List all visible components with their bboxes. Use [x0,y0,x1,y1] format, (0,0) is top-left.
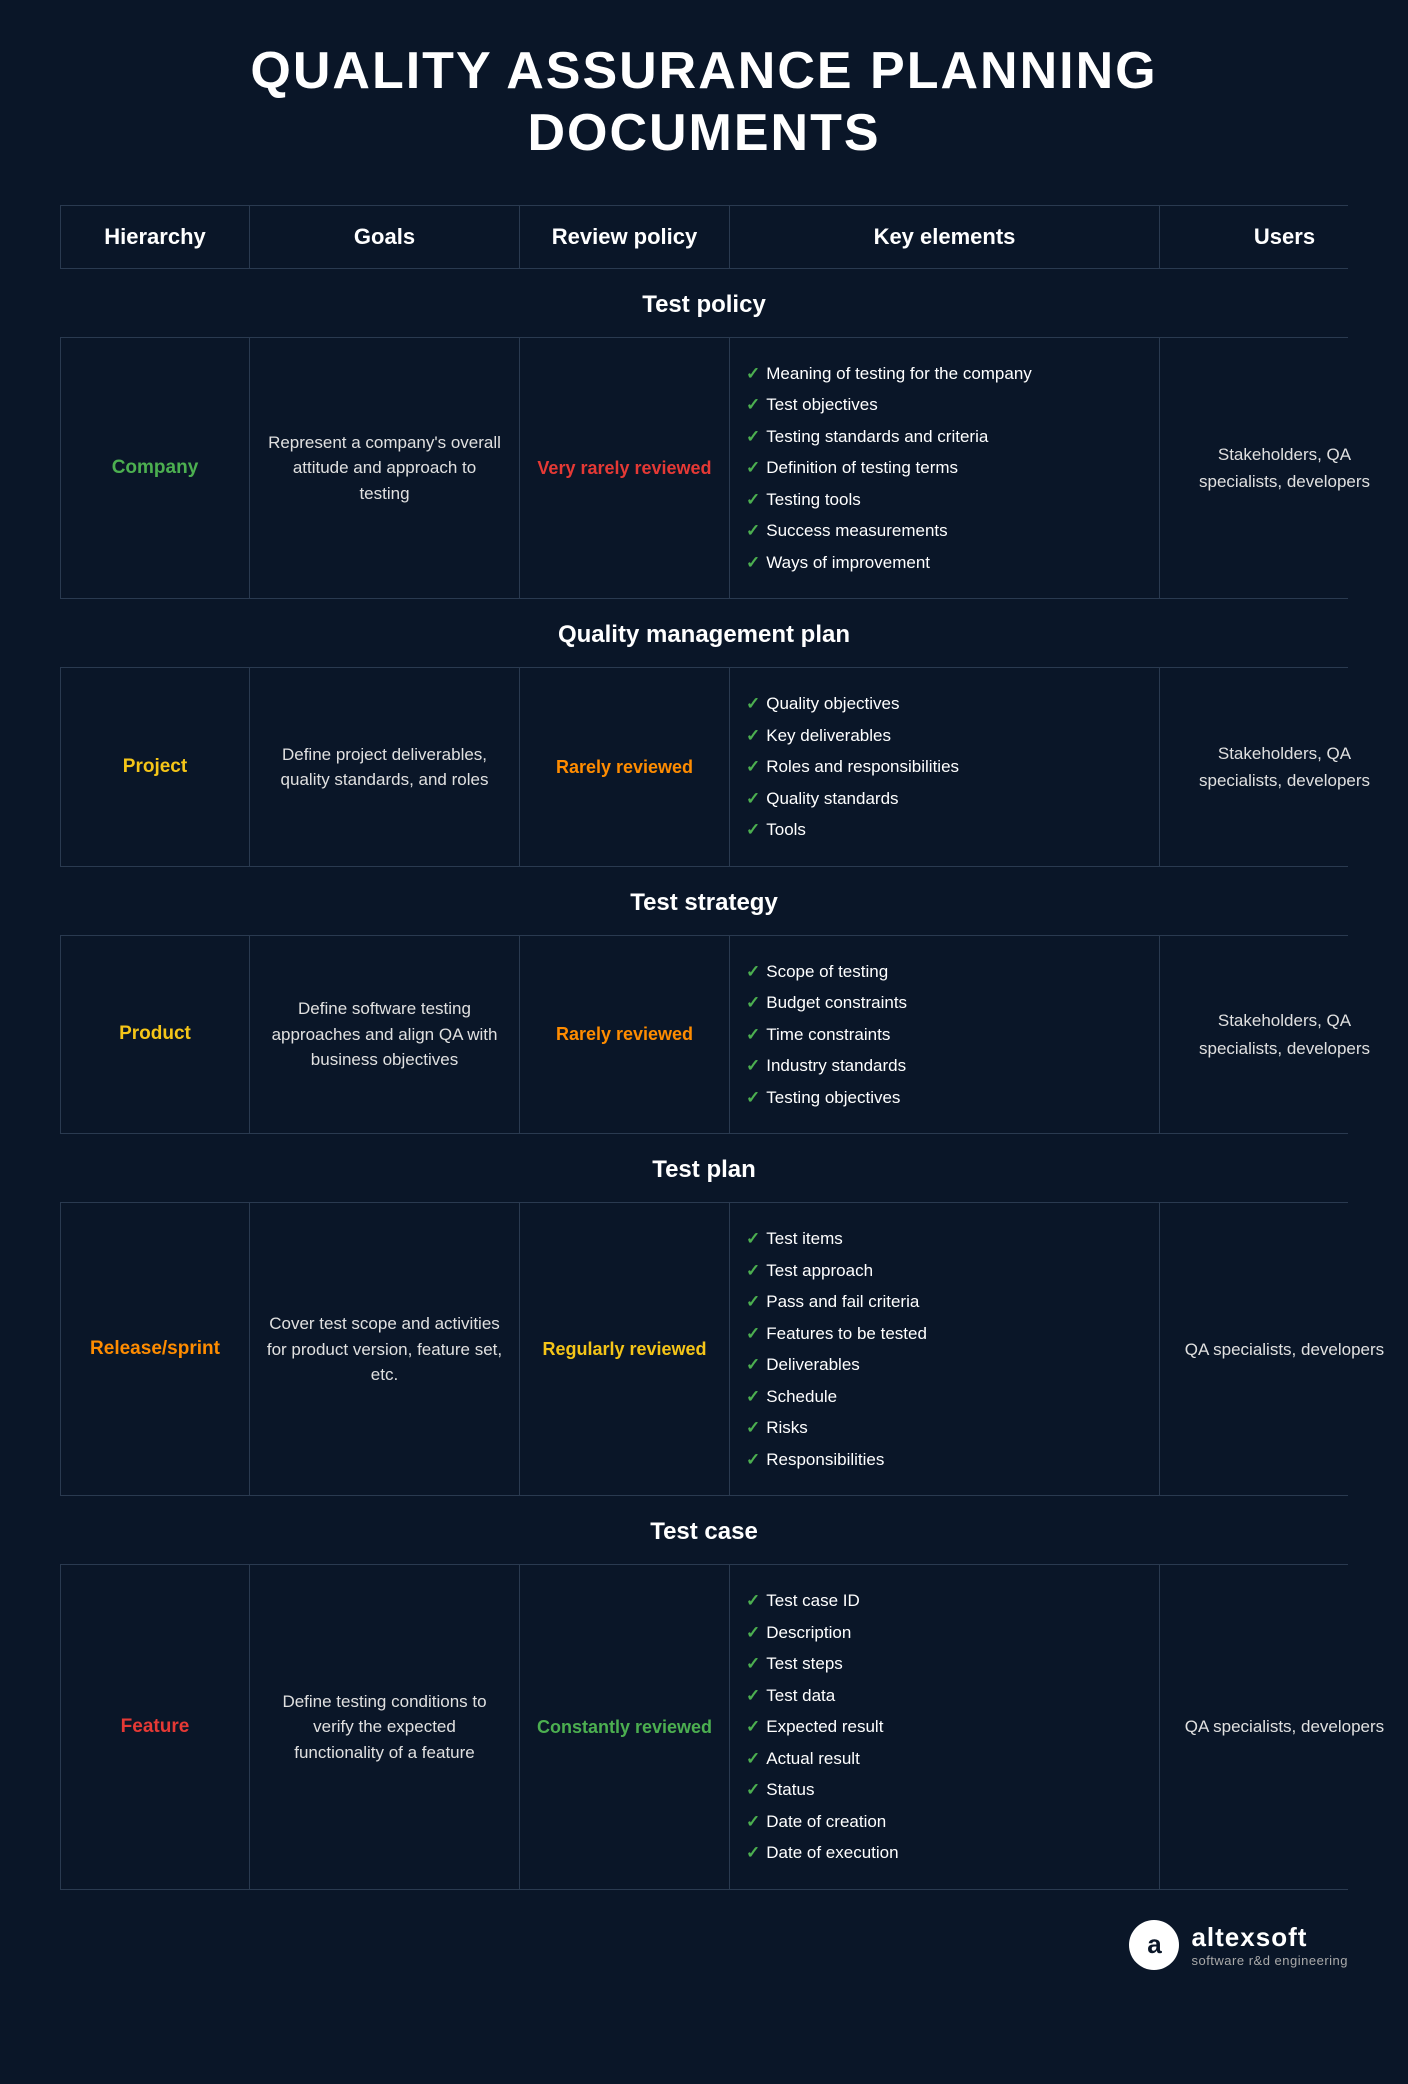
list-item: Test items [746,1223,1143,1255]
header-cell: Goals [250,206,520,268]
list-item: Scope of testing [746,956,1143,988]
header-cell: Review policy [520,206,730,268]
list-item: Deliverables [746,1349,1143,1381]
header-cell: Hierarchy [60,206,250,268]
list-item: Quality objectives [746,688,1143,720]
list-item: Roles and responsibilities [746,751,1143,783]
header-cell: Key elements [730,206,1160,268]
logo-text: altexsoft software r&d engineering [1191,1922,1348,1968]
hierarchy-cell: Product [60,936,250,1134]
table-content: Test policyCompanyRepresent a company's … [60,269,1348,1890]
key-elements-cell: Test case IDDescriptionTest stepsTest da… [730,1565,1160,1889]
page-container: QUALITY ASSURANCE PLANNINGDOCUMENTS Hier… [0,0,1408,2040]
list-item: Date of execution [746,1837,1143,1869]
list-item: Test data [746,1680,1143,1712]
footer-logo: a altexsoft software r&d engineering [1129,1920,1348,1970]
list-item: Risks [746,1412,1143,1444]
logo-name: altexsoft [1191,1922,1348,1953]
section-header: Test strategy [60,867,1348,936]
review-cell: Rarely reviewed [520,668,730,866]
key-elements-cell: Meaning of testing for the companyTest o… [730,338,1160,599]
list-item: Definition of testing terms [746,452,1143,484]
table-header: HierarchyGoalsReview policyKey elementsU… [60,205,1348,269]
key-elements-cell: Scope of testingBudget constraintsTime c… [730,936,1160,1134]
section-header: Test policy [60,269,1348,338]
list-item: Schedule [746,1381,1143,1413]
list-item: Test approach [746,1255,1143,1287]
review-cell: Rarely reviewed [520,936,730,1134]
hierarchy-cell: Feature [60,1565,250,1889]
list-item: Ways of improvement [746,547,1143,579]
list-item: Responsibilities [746,1444,1143,1476]
list-item: Meaning of testing for the company [746,358,1143,390]
section-header: Test case [60,1496,1348,1565]
list-item: Testing tools [746,484,1143,516]
section-header: Test plan [60,1134,1348,1203]
hierarchy-cell: Release/sprint [60,1203,250,1495]
list-item: Tools [746,814,1143,846]
logo-sub: software r&d engineering [1191,1953,1348,1968]
list-item: Description [746,1617,1143,1649]
hierarchy-cell: Company [60,338,250,599]
table-row: CompanyRepresent a company's overall att… [60,338,1348,600]
list-item: Test objectives [746,389,1143,421]
list-item: Testing standards and criteria [746,421,1143,453]
list-item: Budget constraints [746,987,1143,1019]
list-item: Testing objectives [746,1082,1143,1114]
list-item: Time constraints [746,1019,1143,1051]
goals-cell: Define testing conditions to verify the … [250,1565,520,1889]
header-cell: Users [1160,206,1408,268]
hierarchy-cell: Project [60,668,250,866]
review-cell: Constantly reviewed [520,1565,730,1889]
list-item: Date of creation [746,1806,1143,1838]
table-row: ProductDefine software testing approache… [60,936,1348,1135]
list-item: Quality standards [746,783,1143,815]
section-header: Quality management plan [60,599,1348,668]
users-cell: Stakeholders, QA specialists, developers [1160,338,1408,599]
list-item: Features to be tested [746,1318,1143,1350]
goals-cell: Represent a company's overall attitude a… [250,338,520,599]
table-row: ProjectDefine project deliverables, qual… [60,668,1348,867]
list-item: Test case ID [746,1585,1143,1617]
list-item: Key deliverables [746,720,1143,752]
list-item: Test steps [746,1648,1143,1680]
key-elements-cell: Quality objectivesKey deliverablesRoles … [730,668,1160,866]
list-item: Expected result [746,1711,1143,1743]
users-cell: Stakeholders, QA specialists, developers [1160,668,1408,866]
users-cell: Stakeholders, QA specialists, developers [1160,936,1408,1134]
review-cell: Regularly reviewed [520,1203,730,1495]
footer: a altexsoft software r&d engineering [60,1890,1348,1980]
list-item: Pass and fail criteria [746,1286,1143,1318]
logo-symbol: a [1147,1929,1161,1960]
key-elements-cell: Test itemsTest approachPass and fail cri… [730,1203,1160,1495]
users-cell: QA specialists, developers [1160,1565,1408,1889]
table-row: Release/sprintCover test scope and activ… [60,1203,1348,1496]
goals-cell: Cover test scope and activities for prod… [250,1203,520,1495]
goals-cell: Define project deliverables, quality sta… [250,668,520,866]
review-cell: Very rarely reviewed [520,338,730,599]
list-item: Success measurements [746,515,1143,547]
logo-circle: a [1129,1920,1179,1970]
users-cell: QA specialists, developers [1160,1203,1408,1495]
page-title: QUALITY ASSURANCE PLANNINGDOCUMENTS [60,40,1348,165]
list-item: Actual result [746,1743,1143,1775]
table-row: FeatureDefine testing conditions to veri… [60,1565,1348,1890]
list-item: Status [746,1774,1143,1806]
list-item: Industry standards [746,1050,1143,1082]
goals-cell: Define software testing approaches and a… [250,936,520,1134]
